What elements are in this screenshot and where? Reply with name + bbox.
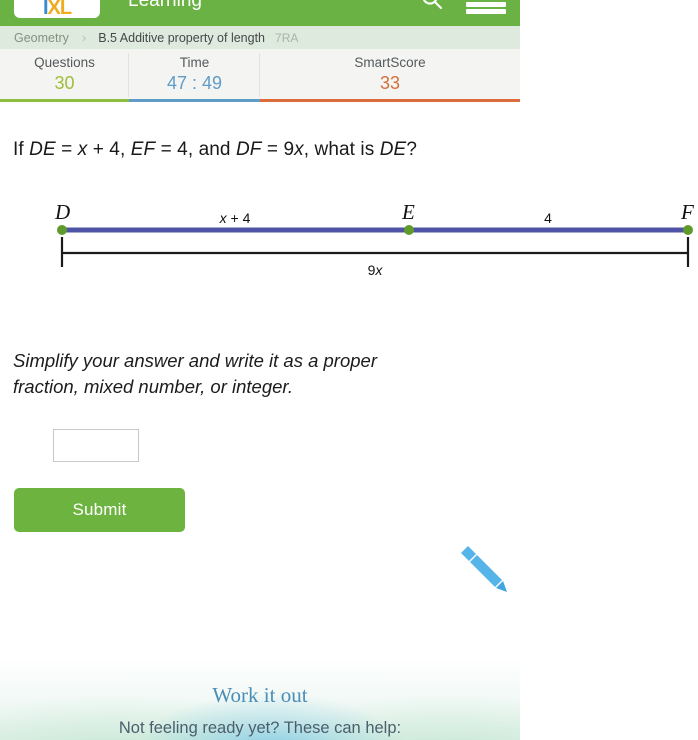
search-icon[interactable] [421,0,443,10]
breadcrumb: Geometry › B.5 Additive property of leng… [0,26,520,49]
work-it-out-subtitle: Not feeling ready yet? These can help: [118,719,402,737]
menu-bar-2 [466,9,506,14]
stat-time[interactable]: Time 47 : 49 [129,49,260,102]
breadcrumb-skill[interactable]: B.5 Additive property of length [98,31,265,45]
question-qmark: ? [406,139,417,160]
app-column: IXL Learning Geometry › B.5 Additive pro… [0,0,520,102]
question-var-x2: x [294,139,304,160]
instruction-line-1: Simplify your answer and write it as a p… [13,350,377,371]
question-var-df: DF [235,139,262,160]
question-prefix: If [13,139,30,160]
header-title: Learning [128,0,202,11]
stat-smartscore-rule [260,99,520,102]
breadcrumb-skill-code: 7RA [275,30,299,45]
stat-smartscore-label: SmartScore [354,55,426,70]
svg-text:x + 4: x + 4 [219,210,251,226]
submit-button[interactable]: Submit [14,488,185,532]
question-var-de2: DE [379,139,407,160]
instruction-line-2: fraction, mixed number, or integer. [13,376,294,397]
svg-text:E: E [401,200,415,224]
logo-letter-l: L [59,0,72,19]
question-eq2: = 4, and [155,139,236,160]
segment-diagram: D E F x + 4 4 9x [0,195,698,290]
pencil-icon[interactable] [455,540,513,598]
stat-questions-label: Questions [34,55,95,70]
answer-input[interactable] [53,429,139,462]
question-eq1: = [55,139,78,160]
question-suffix: , what is [303,139,380,160]
instruction-text: Simplify your answer and write it as a p… [13,348,493,400]
stats-bar: Questions 30 Time 47 : 49 SmartScore 33 [0,49,520,102]
question-eq3: = 9 [261,139,295,160]
svg-text:9x: 9x [368,262,384,278]
question-var-x1: x [77,139,88,160]
breadcrumb-separator-icon: › [81,30,87,45]
question-plus4: + 4, [87,139,131,160]
stat-smartscore[interactable]: SmartScore 33 [260,49,520,102]
stat-time-value: 47 : 49 [166,73,223,93]
stat-time-rule [129,99,260,102]
question-var-ef: EF [130,139,156,160]
work-it-out-section: Work it out Not feeling ready yet? These… [0,600,520,740]
svg-text:F: F [680,200,694,224]
site-header: IXL Learning [0,0,520,26]
ixl-logo[interactable]: IXL [14,0,100,18]
question-text: If DE = x + 4, EF = 4, and DF = 9x, what… [13,139,417,161]
stat-smartscore-value: 33 [379,73,401,93]
stat-time-label: Time [179,55,210,70]
work-it-out-title: Work it out [212,683,308,707]
hamburger-menu-icon[interactable] [466,0,506,16]
breadcrumb-subject[interactable]: Geometry [14,31,69,45]
stat-questions-value: 30 [54,73,75,93]
stat-questions[interactable]: Questions 30 [0,49,129,102]
question-var-de1: DE [29,139,56,160]
menu-bar-1 [466,2,506,7]
stat-questions-rule [0,99,129,102]
svg-text:D: D [54,200,70,224]
logo-letter-x: X [47,0,61,19]
svg-text:4: 4 [544,210,552,226]
